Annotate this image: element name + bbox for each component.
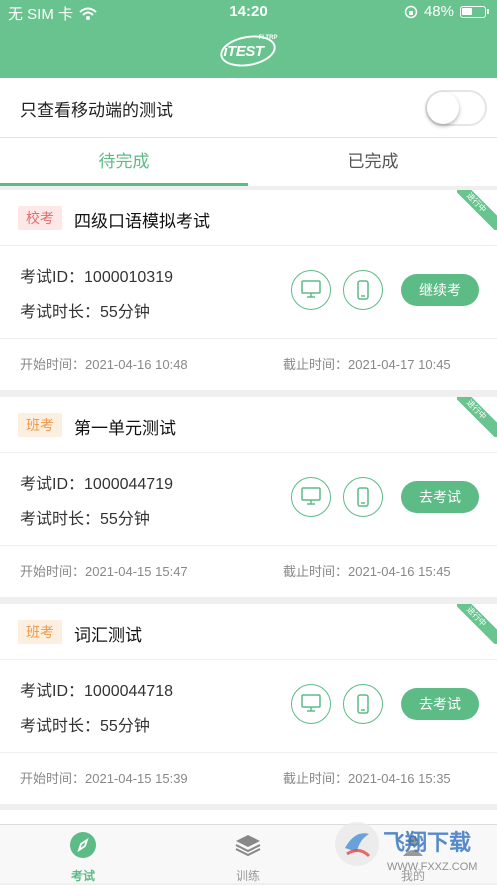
start-exam-button[interactable]: 去考试 [401,481,479,513]
exam-duration: 考试时长：55分钟 [20,718,150,735]
status-bar: 无 SIM 卡 14:20 48% [8,3,489,23]
exam-title: 词汇测试 [74,626,142,645]
mobile-icon[interactable] [343,270,383,310]
status-time: 14:20 [229,3,268,20]
end-time: 截止时间：2021-04-17 10:45 [283,357,451,372]
exam-title: 四级口语模拟考试 [74,212,210,231]
desktop-icon[interactable] [291,477,331,517]
continue-exam-button[interactable]: 继续考试 [401,274,479,330]
mobile-filter-toggle[interactable] [425,90,487,126]
download-site-watermark: 飞翔下载 WWW.FXXZ.COM [329,812,489,880]
exam-id: 考试ID：1000044718 [20,683,173,700]
layers-icon [235,835,261,857]
compass-icon [70,832,96,858]
itest-logo: iTEST FLTRP [217,31,278,71]
start-time: 开始时间：2021-04-15 15:39 [20,771,188,786]
mobile-icon[interactable] [343,684,383,724]
svg-text:飞翔下载: 飞翔下载 [383,830,471,855]
wifi-icon [79,7,97,20]
svg-text:WWW.FXXZ.COM: WWW.FXXZ.COM [387,861,477,873]
exam-card[interactable]: 班考 第一单元测试 进行中 考试ID：1000044719 考试时长：55分钟 … [0,397,497,597]
desktop-icon[interactable] [291,684,331,724]
tab-completed[interactable]: 已完成 [249,138,497,186]
desktop-icon[interactable] [291,270,331,310]
exam-duration: 考试时长：55分钟 [20,511,150,528]
in-progress-ribbon: 进行中 [457,397,497,437]
carrier-text: 无 SIM 卡 [8,6,74,23]
start-time: 开始时间：2021-04-15 15:47 [20,564,188,579]
tab-pending[interactable]: 待完成 [0,138,248,186]
status-tabs: 待完成 已完成 [0,138,497,186]
exam-duration: 考试时长：55分钟 [20,304,150,321]
orientation-lock-icon [404,5,418,18]
in-progress-ribbon: 进行中 [457,604,497,644]
tab-training[interactable]: 训练 [198,830,298,884]
battery-percent: 48% [423,3,454,20]
end-time: 截止时间：2021-04-16 15:35 [283,771,451,786]
app-header: 无 SIM 卡 14:20 48% iTEST FLTRP [0,0,497,78]
exam-card[interactable]: 校考 四级口语模拟考试 进行中 考试ID：1000010319 考试时长：55分… [0,190,497,390]
exam-card[interactable]: 班考 词汇测试 进行中 考试ID：1000044718 考试时长：55分钟 去考… [0,604,497,804]
exam-id: 考试ID：1000010319 [20,269,173,286]
in-progress-ribbon: 进行中 [457,190,497,230]
exam-type-tag: 校考 [18,206,62,230]
exam-type-tag: 班考 [18,620,62,644]
mobile-filter-label: 只查看移动端的测试 [20,101,173,120]
mobile-filter-row: 只查看移动端的测试 [0,78,497,138]
mobile-icon[interactable] [343,477,383,517]
battery-icon [460,5,486,18]
tab-exam[interactable]: 考试 [33,830,133,884]
exam-id: 考试ID：1000044719 [20,476,173,493]
exam-type-tag: 班考 [18,413,62,437]
exam-title: 第一单元测试 [74,419,176,438]
end-time: 截止时间：2021-04-16 15:45 [283,564,451,579]
start-exam-button[interactable]: 去考试 [401,688,479,720]
start-time: 开始时间：2021-04-16 10:48 [20,357,188,372]
